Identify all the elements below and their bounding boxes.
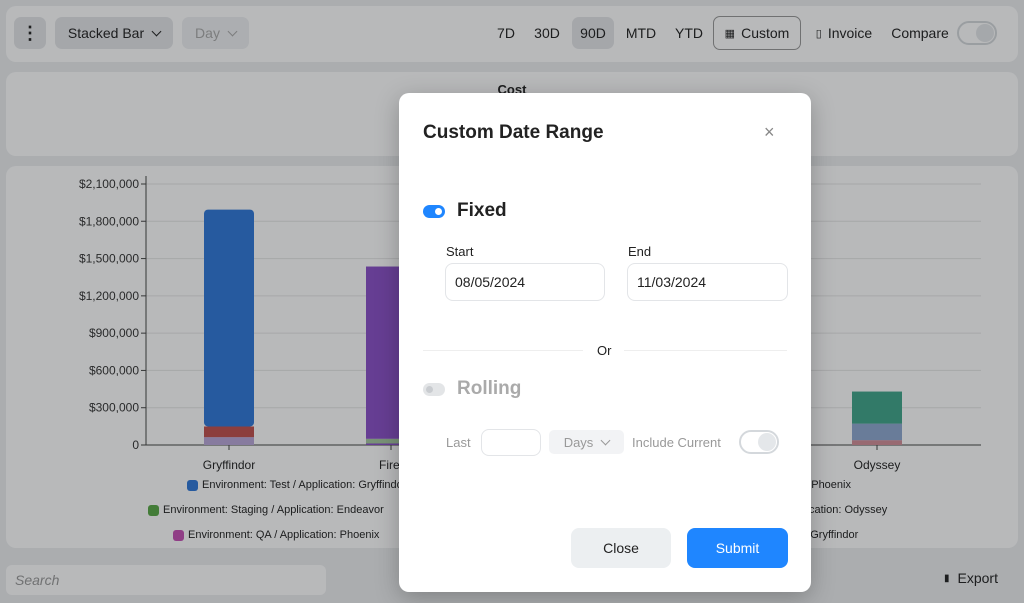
end-date-input[interactable] xyxy=(627,263,788,301)
end-label: End xyxy=(628,244,652,259)
divider-left xyxy=(423,350,583,351)
include-current-toggle[interactable] xyxy=(739,430,779,454)
fixed-label: Fixed xyxy=(457,200,507,221)
last-count-input[interactable] xyxy=(481,429,541,456)
last-label: Last xyxy=(446,435,471,450)
modal-title: Custom Date Range xyxy=(423,122,604,143)
unit-label: Days xyxy=(563,434,594,450)
close-button[interactable]: Close xyxy=(571,528,671,568)
start-date-input[interactable] xyxy=(445,263,605,301)
chevron-down-icon xyxy=(600,435,611,445)
fixed-toggle[interactable] xyxy=(423,205,445,218)
start-label: Start xyxy=(446,244,474,259)
submit-button[interactable]: Submit xyxy=(687,528,788,568)
unit-dropdown[interactable]: Days xyxy=(549,430,624,454)
close-icon[interactable]: × xyxy=(764,122,775,143)
divider-right xyxy=(624,350,787,351)
rolling-toggle[interactable] xyxy=(423,383,445,396)
custom-date-range-modal: Custom Date Range × Fixed Start End Or R… xyxy=(399,93,811,592)
rolling-label: Rolling xyxy=(457,378,522,399)
or-label: Or xyxy=(597,343,612,358)
include-current-label: Include Current xyxy=(632,435,721,450)
